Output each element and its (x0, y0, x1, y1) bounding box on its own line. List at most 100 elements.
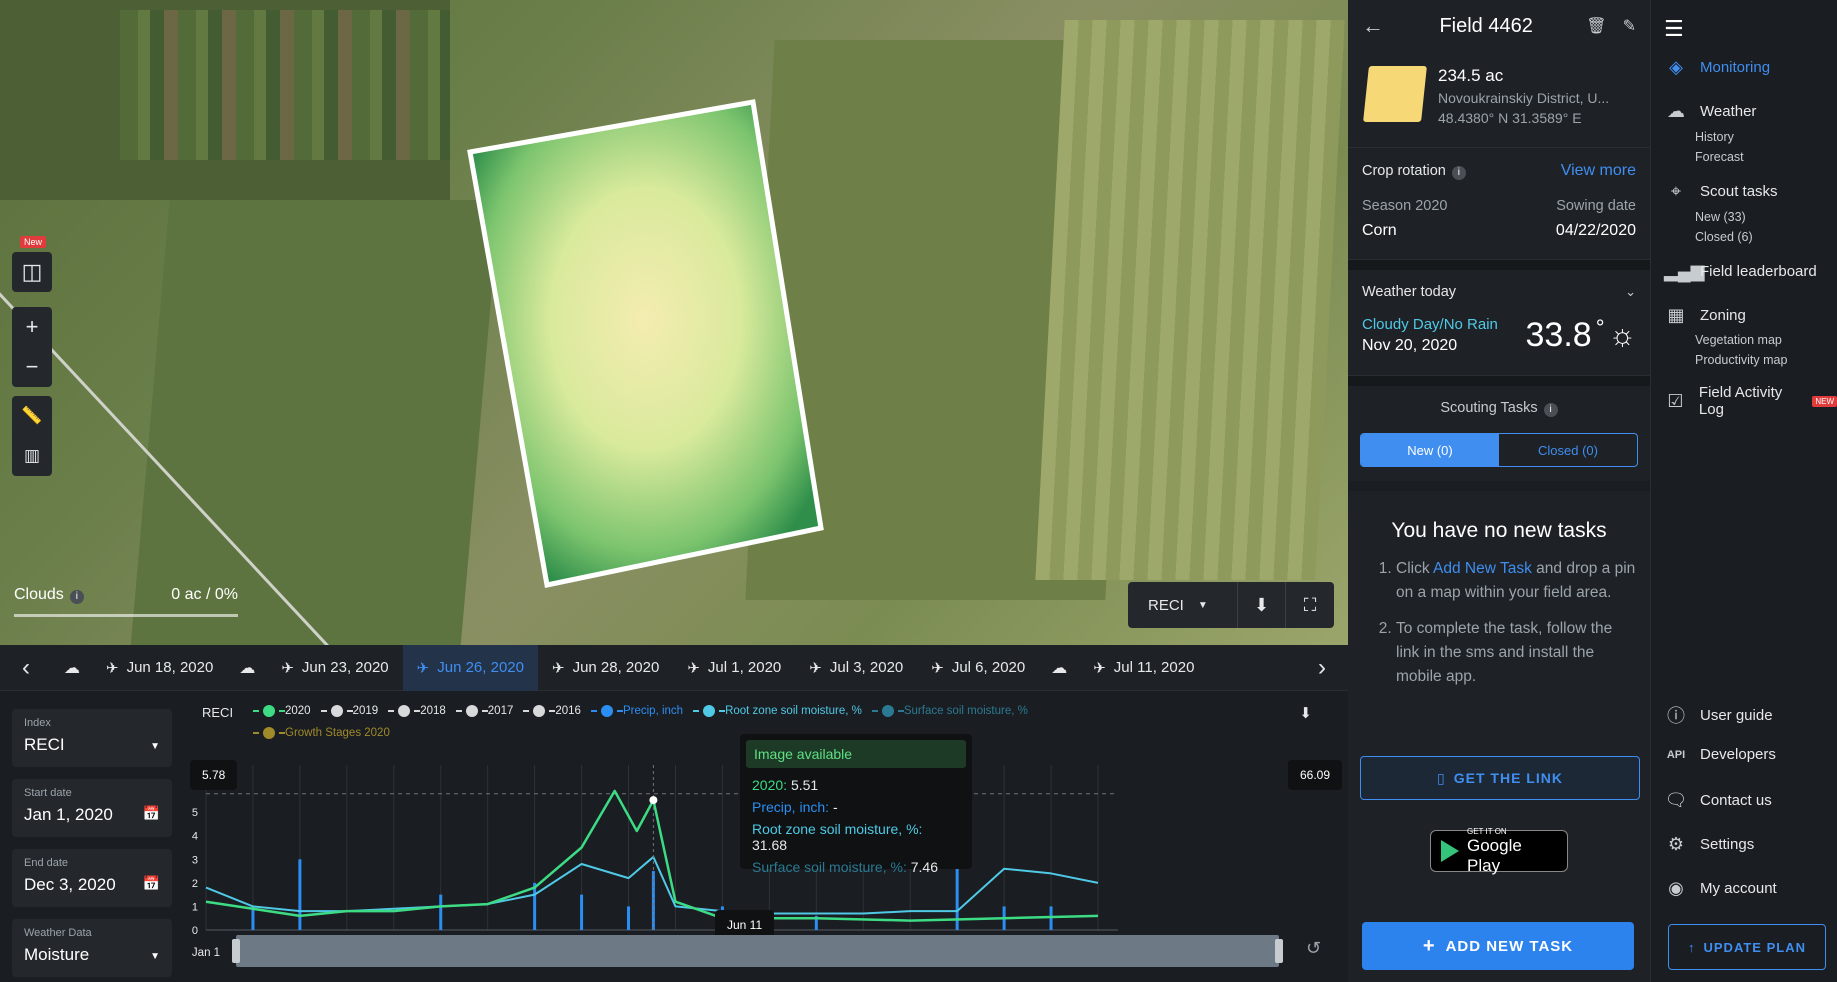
nav-veg-map[interactable]: Vegetation map (1695, 333, 1782, 347)
tooltip-head: Image available (746, 740, 966, 768)
delete-icon[interactable]: 🗑 (1586, 16, 1606, 36)
tooltip-l4-label: Surface soil moisture, %: (752, 859, 907, 875)
nav-developers[interactable]: API Developers (1664, 746, 1776, 763)
compare-tool: ◫ (12, 252, 52, 292)
legend-dash (253, 732, 259, 734)
nav-settings[interactable]: ⚙ Settings (1664, 834, 1754, 855)
nav-account[interactable]: ◉ My account (1664, 878, 1777, 899)
ruler-icon[interactable]: 📏 (12, 396, 52, 436)
index-select[interactable]: RECI ▼ (1128, 582, 1238, 628)
edit-icon[interactable]: ✎ (1623, 16, 1636, 36)
field-thumbnail (1363, 66, 1427, 122)
legend-item[interactable]: 2018 (388, 705, 446, 717)
precip-bar (627, 906, 631, 930)
cloud-icon[interactable]: ☁ (227, 645, 267, 691)
compare-icon[interactable]: ◫ (12, 252, 52, 292)
weather-data-value: Moisture (24, 945, 90, 964)
update-plan-button[interactable]: ↑ UPDATE PLAN (1668, 924, 1826, 970)
date-item[interactable]: ✈ Jun 18, 2020 (92, 645, 227, 691)
app-root: New ◫ + − 📏 ▥ Clouds i 0 ac / 0% RECI ▼ ⬇ … (0, 0, 1837, 982)
date-item[interactable]: ✈ Jul 6, 2020 (917, 645, 1039, 691)
index-select-value: RECI (1148, 596, 1184, 614)
date-strip: ‹ ☁ ✈ Jun 18, 2020 ☁ ✈ Jun 23, 2020 ✈ Jun 26, 2… (0, 644, 1348, 691)
legend-dot (600, 705, 613, 717)
info-icon[interactable]: i (1451, 165, 1466, 180)
reset-icon[interactable]: ↺ (1306, 938, 1321, 959)
end-date-field[interactable]: End date Dec 3, 2020 📅 (12, 849, 172, 907)
nav-contact[interactable]: 🗨 Contact us (1664, 790, 1772, 811)
nav-prod-map[interactable]: Productivity map (1695, 353, 1787, 367)
legend-item[interactable]: Precip, inch (590, 705, 683, 717)
nav-settings-label: Settings (1700, 836, 1755, 853)
legend-item[interactable]: 2020 (253, 705, 311, 717)
nav-guide[interactable]: ⓘ User guide (1664, 702, 1773, 728)
nav-scout[interactable]: ⌖ Scout tasks (1664, 181, 1778, 202)
legend-item[interactable]: Root zone soil moisture, % (693, 705, 862, 717)
field-district: Novoukrainskiy District, U... (1438, 90, 1610, 106)
task-steps: Click Add New Task and drop a pin on a m… (1348, 543, 1650, 689)
nav-scout-closed[interactable]: Closed (6) (1695, 230, 1753, 244)
date-item[interactable]: ✈ Jun 23, 2020 (267, 645, 402, 691)
prev-arrow-icon[interactable]: ‹ (0, 654, 52, 682)
get-link-button[interactable]: ▯ GET THE LINK (1360, 756, 1640, 800)
cloud-icon[interactable]: ☁ (1039, 645, 1079, 691)
nav-history[interactable]: History (1695, 130, 1734, 144)
download-icon[interactable]: ⬇ (1299, 704, 1312, 722)
add-new-task-link[interactable]: Add New Task (1433, 560, 1532, 577)
field-title: Field 4462 (1439, 14, 1533, 37)
range-handle-left[interactable] (232, 939, 240, 963)
tab-closed[interactable]: Closed (0) (1499, 434, 1637, 466)
satellite-map[interactable]: New ◫ + − 📏 ▥ Clouds i 0 ac / 0% RECI ▼ ⬇ … (0, 0, 1348, 645)
legend-item[interactable]: Growth Stages 2020 (253, 727, 390, 739)
nav-leaderboard[interactable]: ▂▄▆ Field leaderboard (1664, 261, 1817, 282)
google-play-badge[interactable]: GET IT ON Google Play (1430, 827, 1568, 875)
view-more-link[interactable]: View more (1561, 162, 1636, 180)
weather-data-field[interactable]: Weather Data Moisture ▼ (12, 919, 172, 977)
nav-forecast[interactable]: Forecast (1695, 150, 1744, 164)
main-nav: ☰ ◈ Monitoring ☁ Weather History Forecast … (1652, 0, 1837, 982)
nav-activity[interactable]: ☑ Field Activity Log NEW (1664, 384, 1837, 418)
download-icon[interactable]: ⬇ (1238, 582, 1286, 628)
caret-down-icon: ▼ (150, 951, 160, 962)
range-slider[interactable] (232, 935, 1283, 967)
legend-item[interactable]: 2016 (523, 705, 581, 717)
chart-tooltip: Image available 2020: 5.51 Precip, inch:… (740, 734, 972, 875)
nav-zoning[interactable]: ▦ Zoning (1664, 305, 1745, 326)
map-layers-icon[interactable]: ▥ (12, 436, 52, 476)
back-arrow-icon[interactable]: ← (1362, 13, 1402, 39)
legend-item[interactable]: 2019 (320, 705, 378, 717)
date-item[interactable]: ✈ Jun 28, 2020 (538, 645, 673, 691)
date-item[interactable]: ✈ Jul 3, 2020 (795, 645, 917, 691)
grid-icon: ▦ (1667, 305, 1685, 325)
date-item[interactable]: ✈ Jul 11, 2020 (1079, 645, 1208, 691)
chevron-down-icon[interactable]: ⌄ (1625, 284, 1636, 300)
zoom-in-button[interactable]: + (12, 307, 52, 347)
weather-data-label: Weather Data (24, 927, 92, 939)
calendar-icon[interactable]: 📅 (143, 875, 160, 892)
season-label: Season 2020 (1362, 198, 1448, 214)
legend-item[interactable]: 2017 (455, 705, 513, 717)
add-new-task-button[interactable]: + ADD NEW TASK (1362, 922, 1634, 970)
start-date-field[interactable]: Start date Jan 1, 2020 📅 (12, 779, 172, 837)
zoom-out-button[interactable]: − (12, 347, 52, 387)
crop-rotation-section: Crop rotation i View more Season 2020 Sow… (1348, 148, 1650, 260)
y-tick-label: 0 (192, 925, 198, 937)
cloud-icon[interactable]: ☁ (52, 645, 92, 691)
range-handle-right[interactable] (1275, 939, 1283, 963)
nav-weather[interactable]: ☁ Weather (1664, 101, 1756, 122)
tab-new[interactable]: New (0) (1361, 434, 1499, 466)
menu-icon[interactable]: ☰ (1664, 16, 1684, 42)
nav-monitoring[interactable]: ◈ Monitoring (1664, 57, 1770, 78)
date-item[interactable]: ✈ Jun 26, 2020 (402, 644, 538, 691)
satellite-icon: ✈ (931, 659, 944, 677)
calendar-icon[interactable]: 📅 (143, 805, 160, 822)
info-icon[interactable]: i (1543, 403, 1558, 417)
fullscreen-icon[interactable]: ⛶ (1286, 582, 1334, 628)
index-field[interactable]: Index RECI ▼ (12, 709, 172, 767)
field-area: 234.5 ac (1438, 66, 1504, 85)
legend-item[interactable]: Surface soil moisture, % (871, 705, 1028, 717)
nav-scout-new[interactable]: New (33) (1695, 210, 1746, 224)
date-item[interactable]: ✈ Jul 1, 2020 (673, 645, 795, 691)
next-arrow-icon[interactable]: › (1296, 654, 1348, 682)
info-icon[interactable]: i (69, 590, 84, 604)
